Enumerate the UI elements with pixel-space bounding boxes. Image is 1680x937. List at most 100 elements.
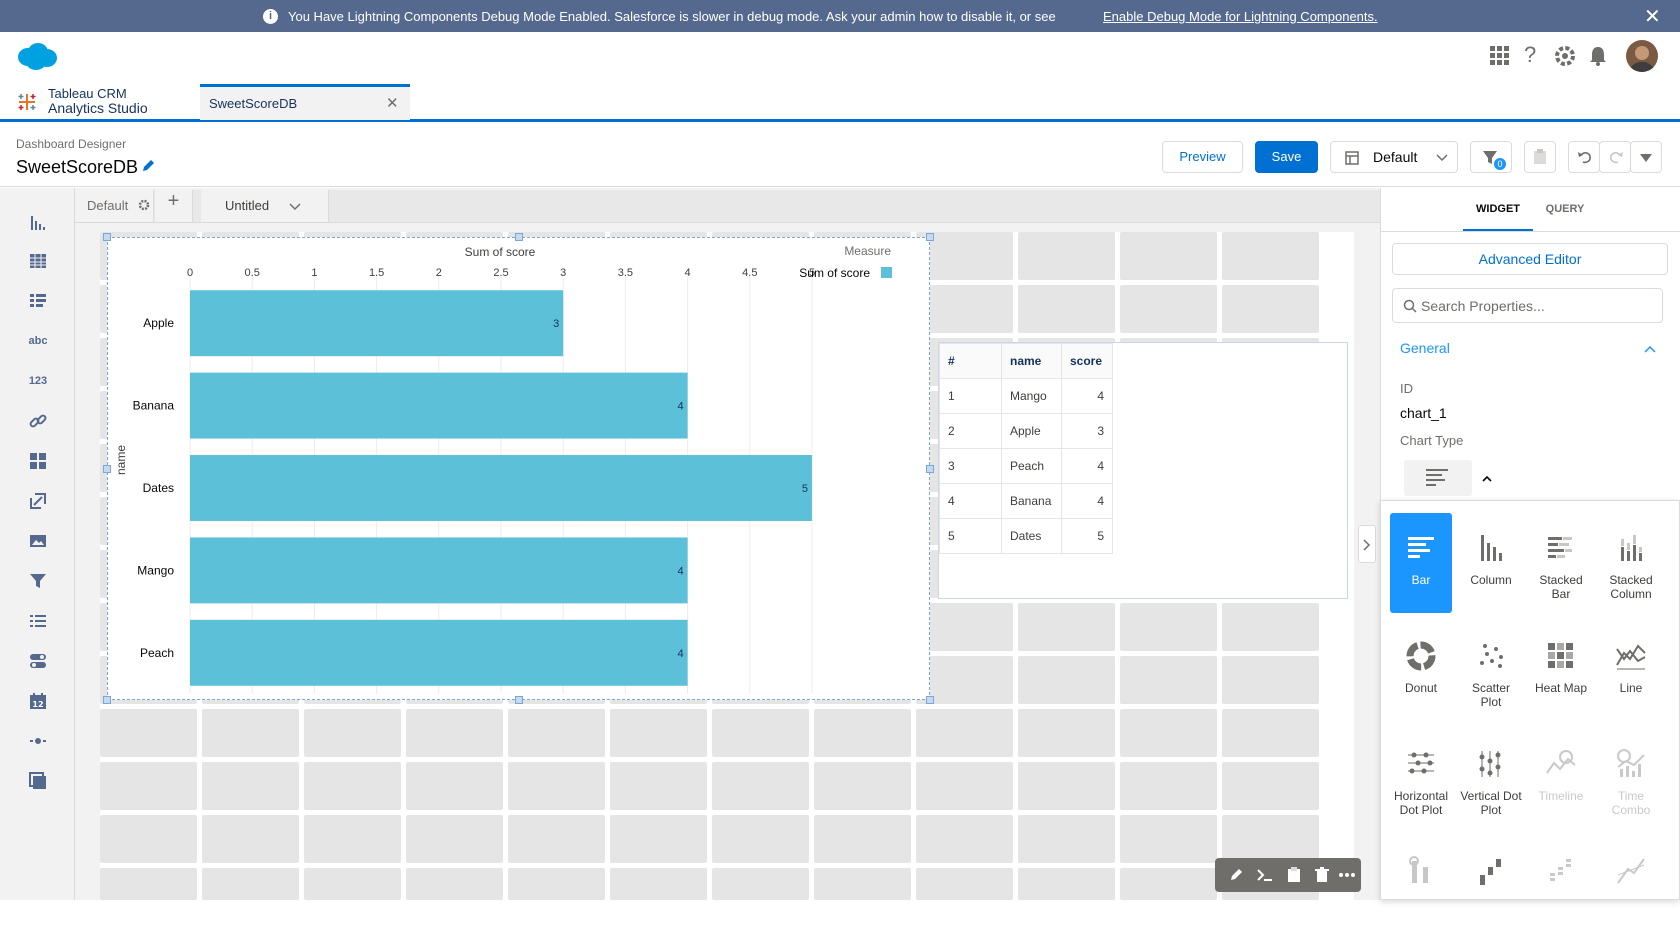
chart-type-label: Heat Map (1534, 681, 1588, 695)
column-header[interactable]: score (1061, 343, 1113, 379)
table-widget-icon[interactable] (26, 249, 50, 273)
app-launcher-icon[interactable] (1490, 46, 1510, 66)
table-cell: 5 (1061, 518, 1113, 554)
chart-type-label: Timeline (1538, 789, 1584, 803)
chart-type-more-2[interactable] (1460, 837, 1522, 937)
chart-type-label: Stacked Column (1609, 573, 1653, 601)
debug-mode-link[interactable]: Enable Debug Mode for Lightning Componen… (1103, 9, 1378, 24)
tab-query[interactable]: QUERY (1533, 200, 1597, 232)
resize-handle[interactable] (926, 696, 934, 704)
chart-widget[interactable]: 0 0.5 1 1.5 2 2.5 3 3.5 4 4.5 5 3 Apple 4 Banana 5 Date… (103, 233, 934, 704)
resize-handle[interactable] (515, 233, 523, 241)
chevron-up-icon[interactable] (1644, 345, 1656, 353)
query-terminal-icon[interactable] (1257, 868, 1273, 882)
page-settings-gear-icon[interactable] (138, 199, 150, 211)
range-widget-icon[interactable] (26, 729, 50, 753)
save-button[interactable]: Save (1255, 141, 1318, 173)
bar[interactable] (190, 537, 688, 604)
chart-type-vertical-dot-plot[interactable]: Vertical Dot Plot (1460, 729, 1522, 829)
close-banner-icon[interactable]: ✕ (1644, 4, 1661, 29)
bar[interactable] (190, 372, 688, 439)
search-properties-field[interactable]: Search Properties... (1392, 288, 1663, 323)
undo-button[interactable] (1568, 141, 1600, 173)
widget-toolbar (1215, 858, 1361, 892)
filter-widget-icon[interactable] (26, 569, 50, 593)
chart-type-heat-map[interactable]: Heat Map (1530, 621, 1592, 721)
chevron-right-icon (1363, 539, 1371, 551)
tab-widget[interactable]: WIDGET (1463, 200, 1533, 232)
bar-value-label: 4 (677, 648, 683, 660)
chart-type-label: Line (1619, 681, 1643, 695)
list-selector-icon[interactable] (26, 289, 50, 313)
clipboard-button[interactable] (1524, 141, 1556, 173)
navigation-widget-icon[interactable] (26, 489, 50, 513)
grid-cell (712, 709, 809, 757)
link-widget-icon[interactable] (26, 409, 50, 433)
toggle-widget-icon[interactable] (26, 649, 50, 673)
chart-type-column[interactable]: Column (1460, 513, 1522, 613)
tab-sweetscoredb[interactable]: SweetScoreDB ✕ (200, 84, 410, 120)
help-icon[interactable]: ? (1524, 42, 1536, 68)
resize-handle[interactable] (926, 233, 934, 241)
bar-value-label: 4 (677, 565, 683, 577)
clipboard-icon[interactable] (1287, 867, 1301, 883)
add-page-button[interactable]: + (155, 190, 193, 222)
chevron-up-icon[interactable] (1482, 475, 1492, 482)
advanced-editor-button[interactable]: Advanced Editor (1392, 243, 1668, 275)
panel-collapse-toggle[interactable] (1358, 525, 1376, 563)
bar[interactable] (190, 290, 564, 357)
layout-page-dropdown[interactable]: Untitled (201, 190, 329, 222)
table-widget[interactable]: # name score 1 Mango 4 2 Apple 3 3 Peach 4 4 Ba… (938, 342, 1348, 599)
x-tick-label: 2.5 (493, 267, 508, 279)
list-widget-icon[interactable] (26, 609, 50, 633)
resize-handle[interactable] (103, 465, 111, 473)
more-actions-button[interactable] (1630, 141, 1662, 173)
page-tab-default[interactable]: Default (75, 190, 154, 222)
chart-type-bar[interactable]: Bar (1390, 513, 1452, 613)
preview-button[interactable]: Preview (1162, 141, 1243, 173)
chart-type-line[interactable]: Line (1600, 621, 1662, 721)
text-widget-icon[interactable]: abc (26, 329, 50, 353)
container-widget-icon[interactable] (26, 449, 50, 473)
layout-dropdown[interactable]: Default (1330, 141, 1458, 173)
app-name-line2: Analytics Studio (48, 100, 148, 116)
number-widget-icon[interactable]: 123 (26, 369, 50, 393)
chart-type-stacked-bar[interactable]: Stacked Bar (1530, 513, 1592, 613)
chart-type-horizontal-dot-plot[interactable]: Horizontal Dot Plot (1390, 729, 1452, 829)
edit-pencil-icon[interactable] (1229, 868, 1243, 882)
component-widget-icon[interactable] (26, 769, 50, 793)
redo-button[interactable] (1599, 141, 1631, 173)
resize-handle[interactable] (926, 465, 934, 473)
page-title: SweetScoreDB (16, 157, 139, 177)
bar[interactable] (190, 619, 688, 686)
close-tab-icon[interactable]: ✕ (386, 94, 399, 112)
table-header-row: # name score (939, 343, 1113, 379)
column-header[interactable]: name (1001, 343, 1062, 379)
chart-type-scatter-plot[interactable]: Scatter Plot (1460, 621, 1522, 721)
section-general[interactable]: General (1400, 340, 1450, 356)
user-avatar[interactable] (1626, 40, 1658, 72)
bar-chart: 0 0.5 1 1.5 2 2.5 3 3.5 4 4.5 5 3Apple4Banana5Date… (114, 244, 892, 694)
edit-title-pencil-icon[interactable] (141, 159, 155, 173)
chart-type-donut[interactable]: Donut (1390, 621, 1452, 721)
notifications-bell-icon[interactable] (1587, 45, 1609, 67)
more-options-icon[interactable] (1339, 873, 1355, 877)
legend-series-label: Sum of score (799, 266, 870, 280)
image-widget-icon[interactable] (26, 529, 50, 553)
date-widget-icon[interactable]: 12 (26, 689, 50, 713)
bar[interactable] (190, 455, 812, 521)
column-header[interactable]: # (939, 343, 1002, 379)
chart-widget-icon[interactable] (26, 211, 50, 235)
grid-cell (1222, 709, 1319, 757)
chart-type-more-1[interactable] (1390, 837, 1452, 937)
salesforce-logo[interactable] (16, 41, 58, 71)
filter-button[interactable]: 0 (1470, 141, 1512, 173)
grid-cell (202, 868, 299, 900)
chart-type-stacked-column[interactable]: Stacked Column (1600, 513, 1662, 613)
delete-trash-icon[interactable] (1315, 867, 1329, 883)
setup-gear-icon[interactable] (1553, 44, 1577, 68)
chart-type-selector[interactable] (1404, 460, 1472, 496)
resize-handle[interactable] (103, 696, 111, 704)
resize-handle[interactable] (103, 233, 111, 241)
resize-handle[interactable] (515, 696, 523, 704)
